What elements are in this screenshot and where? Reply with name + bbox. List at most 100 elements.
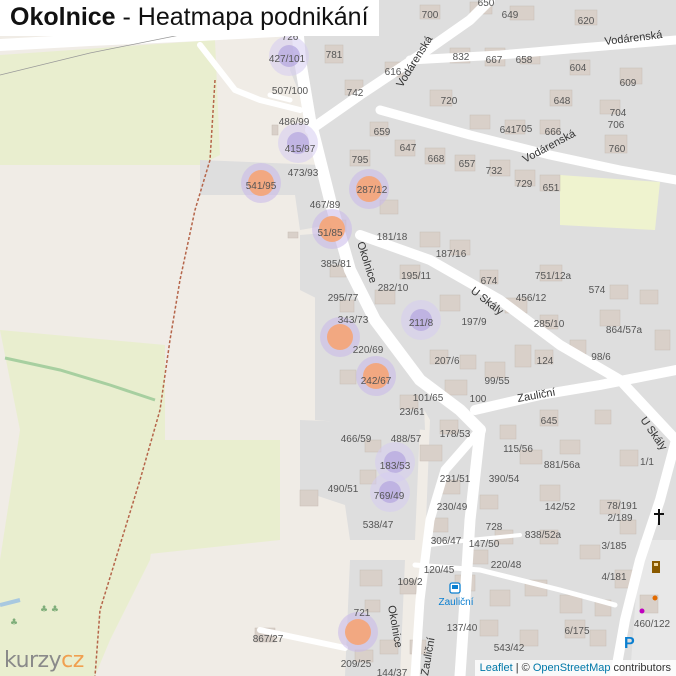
address-label: 187/16 (436, 249, 467, 260)
address-label: 390/54 (489, 474, 520, 485)
address-label: 667 (486, 55, 503, 66)
address-label: 490/51 (328, 484, 359, 495)
logo-right: cz (61, 648, 84, 673)
field-area (140, 440, 280, 555)
address-label: 507/100 (272, 86, 309, 97)
address-label: 742 (347, 88, 364, 99)
address-label: 144/37 (377, 668, 408, 676)
address-label: 142/52 (545, 502, 576, 513)
address-label: 751/12a (535, 271, 572, 282)
address-label: 657 (459, 159, 476, 170)
map-attribution: Leaflet | © OpenStreetMap contributors (474, 660, 676, 676)
address-label: 659 (374, 127, 391, 138)
address-label: 541/95 (246, 181, 277, 192)
address-label: 183/53 (380, 461, 411, 472)
address-label: 23/61 (399, 407, 424, 418)
address-label: 641 (500, 125, 517, 136)
address-label: 231/51 (440, 474, 471, 485)
address-label: 574 (589, 285, 606, 296)
heat-spot-low (278, 123, 318, 163)
osm-link[interactable]: OpenStreetMap (533, 662, 611, 674)
leaflet-link[interactable]: Leaflet (480, 662, 513, 674)
address-label: 1/1 (640, 457, 654, 468)
address-label: 720 (441, 96, 458, 107)
address-label: 604 (570, 63, 587, 74)
tree-icon: ♣ ♣ (40, 605, 59, 615)
address-label: 649 (502, 10, 519, 21)
poi-dot-icon (639, 608, 645, 614)
tree-icon: ♣ (10, 618, 18, 628)
bus-stop-label: Zauliční (438, 597, 473, 608)
address-label: 51/85 (317, 228, 342, 239)
bus-stop-icon[interactable] (449, 582, 461, 594)
address-label: 147/50 (469, 539, 500, 550)
title-subtitle: - Heatmapa podnikání (115, 3, 369, 31)
address-label: 609 (620, 78, 637, 89)
address-label: 668 (428, 154, 445, 165)
address-label: 732 (486, 166, 503, 177)
address-label: 769/49 (374, 491, 405, 502)
map-canvas[interactable]: Okolnice Vodárenská Vodárenská Vodárensk… (0, 0, 676, 676)
logo-left: kurzy (4, 648, 62, 673)
address-label: 486/99 (279, 117, 310, 128)
address-label: 467/89 (310, 200, 341, 211)
fuel-icon (652, 561, 660, 573)
address-label: 4/181 (601, 572, 626, 583)
address-label: 124 (537, 356, 554, 367)
address-label: 6/175 (564, 626, 589, 637)
address-label: 120/45 (424, 565, 455, 576)
attribution-separator: | © (512, 662, 533, 674)
address-label: 704 (610, 108, 627, 119)
address-label: 460/122 (634, 619, 671, 630)
address-label: 137/40 (447, 623, 478, 634)
address-label: 178/53 (440, 429, 471, 440)
address-label: 838/52a (525, 530, 562, 541)
address-label: 282/10 (378, 283, 409, 294)
address-label: 760 (609, 144, 626, 155)
address-label: 287/12 (357, 185, 388, 196)
address-label: 101/65 (413, 393, 444, 404)
address-label: 488/57 (391, 434, 422, 445)
title-locality: Okolnice (10, 3, 116, 31)
address-label: 98/6 (591, 352, 611, 363)
address-label: 650 (478, 0, 495, 9)
map-view[interactable]: Okolnice Vodárenská Vodárenská Vodárensk… (0, 0, 676, 676)
address-label: 538/47 (363, 520, 394, 531)
address-label: 109/2 (397, 577, 422, 588)
address-label: 651 (543, 183, 560, 194)
address-label: 647 (400, 143, 417, 154)
address-label: 700 (422, 10, 439, 21)
address-label: 864/57a (606, 325, 643, 336)
address-label: 211/8 (409, 318, 434, 329)
address-label: 78/191 (607, 501, 638, 512)
address-label: 881/56a (544, 460, 581, 471)
address-label: 658 (516, 55, 533, 66)
park-area (560, 175, 660, 230)
address-label: 466/59 (341, 434, 372, 445)
address-label: 729 (516, 179, 533, 190)
address-label: 543/42 (494, 643, 525, 654)
address-label: 648 (554, 96, 571, 107)
address-label: 427/101 (269, 54, 306, 65)
address-label: 867/27 (253, 634, 284, 645)
address-label: 706 (608, 120, 625, 131)
address-label: 115/56 (503, 444, 533, 455)
address-label: 3/185 (601, 541, 626, 552)
address-label: 195/11 (401, 271, 431, 282)
address-label: 456/12 (516, 293, 547, 304)
address-label: 616 (385, 67, 402, 78)
address-label: 728 (486, 522, 503, 533)
address-label: 385/81 (321, 259, 352, 270)
parking-icon: P (624, 635, 635, 652)
address-label: 343/73 (338, 315, 369, 326)
address-label: 242/67 (361, 376, 392, 387)
address-label: 645 (541, 416, 558, 427)
address-label: 473/93 (288, 168, 319, 179)
address-label: 832 (453, 52, 470, 63)
address-label: 666 (545, 127, 562, 138)
address-label: 415/97 (285, 144, 316, 155)
address-label: 781 (326, 50, 343, 61)
address-label: 795 (352, 155, 369, 166)
address-label: 209/25 (341, 659, 372, 670)
kurzy-logo[interactable]: kurzycz (4, 648, 84, 673)
